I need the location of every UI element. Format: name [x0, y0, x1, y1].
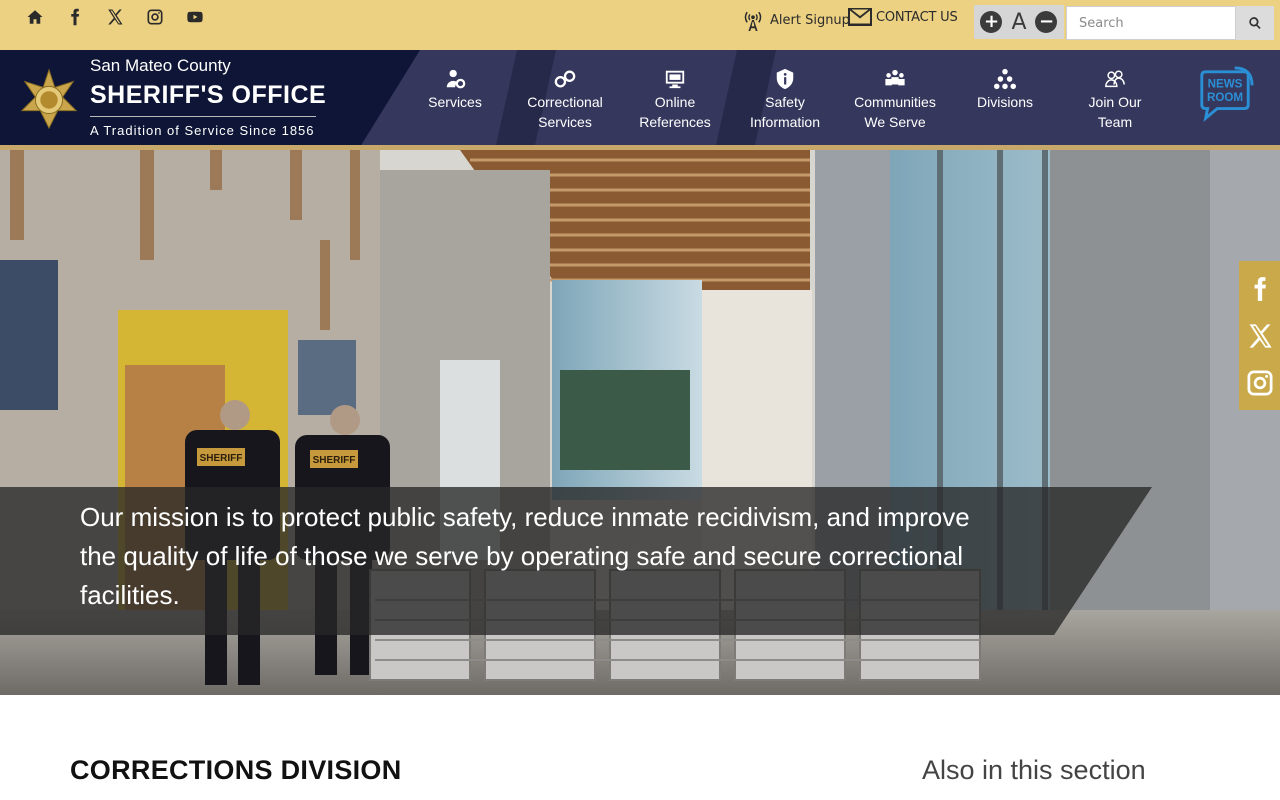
- brand-tagline: A Tradition of Service Since 1856: [90, 123, 315, 138]
- nav-label: Online: [654, 94, 696, 110]
- nav-item-safety-information[interactable]: Safety Information: [730, 68, 840, 132]
- nav-label-2: References: [639, 114, 711, 130]
- newsroom-label-1: NEWS: [1208, 77, 1243, 90]
- info-shield-icon: [774, 68, 796, 90]
- nav-label-2: Information: [749, 114, 821, 130]
- font-increase-button[interactable]: +: [980, 11, 1003, 33]
- sheriff-star-logo[interactable]: [18, 68, 80, 130]
- officer-patch-text: SHERIFF: [200, 453, 243, 464]
- x-icon[interactable]: [1245, 321, 1275, 351]
- officer-patch-text: SHERIFF: [313, 455, 356, 466]
- alert-signup-label: Alert Signup: [770, 12, 850, 28]
- search-button[interactable]: [1236, 6, 1274, 40]
- contact-us-link[interactable]: CONTACT US: [848, 8, 958, 26]
- nav-label-2: Services: [538, 114, 592, 130]
- nav-label: Safety: [765, 94, 805, 110]
- nav-label: Join Our: [1088, 94, 1142, 110]
- nav-label: Services: [428, 94, 482, 110]
- search-form: [1066, 6, 1274, 40]
- search-icon: [1249, 17, 1261, 30]
- nav-item-join-our-team[interactable]: Join Our Team: [1060, 68, 1170, 132]
- nav-label: Communities: [854, 94, 936, 110]
- nav-label: Correctional: [527, 94, 603, 110]
- x-icon[interactable]: [104, 6, 126, 28]
- newsroom-label-2: ROOM: [1207, 91, 1243, 104]
- section-sidebar-title: Also in this section: [922, 755, 1146, 785]
- utility-bar: Alert Signup CONTACT US + A −: [0, 0, 1280, 50]
- instagram-icon[interactable]: [144, 6, 166, 28]
- antenna-icon: [744, 11, 762, 31]
- home-icon[interactable]: [24, 6, 46, 28]
- page-title: CORRECTIONS DIVISION: [70, 755, 402, 785]
- font-reset-button[interactable]: A: [1011, 10, 1026, 35]
- envelope-icon: [848, 8, 872, 26]
- nav-item-online-references[interactable]: Online References: [620, 68, 730, 132]
- monitor-icon: [664, 68, 686, 90]
- alert-signup-link[interactable]: Alert Signup: [742, 8, 850, 32]
- group-icon: [884, 68, 906, 90]
- newsroom-button[interactable]: NEWS ROOM: [1196, 66, 1254, 124]
- nav-item-communities-we-serve[interactable]: Communities We Serve: [840, 68, 950, 132]
- youtube-icon[interactable]: [184, 6, 206, 28]
- facebook-icon[interactable]: [1245, 274, 1275, 304]
- nav-label: Divisions: [976, 94, 1033, 110]
- hero-banner: SHERIFF SHERIFF Our mission is to protec…: [0, 150, 1280, 695]
- instagram-icon[interactable]: [1245, 368, 1275, 398]
- top-social-links: [24, 6, 206, 28]
- nav-item-correctional-services[interactable]: Correctional Services: [510, 68, 620, 132]
- contact-us-label: CONTACT US: [876, 9, 958, 25]
- people-outline-icon: [1104, 68, 1126, 90]
- person-gear-icon: [444, 68, 466, 90]
- nav-label-2: Team: [1097, 114, 1133, 130]
- font-decrease-button[interactable]: −: [1035, 11, 1058, 33]
- nav-label-2: We Serve: [864, 114, 926, 130]
- nav-item-services[interactable]: Services: [400, 68, 510, 112]
- social-dock: [1239, 261, 1280, 410]
- brand-office-title[interactable]: SHERIFF'S OFFICE: [90, 81, 326, 110]
- org-chart-icon: [994, 68, 1016, 90]
- mission-statement: Our mission is to protect public safety,…: [80, 502, 970, 610]
- nav-item-divisions[interactable]: Divisions: [950, 68, 1060, 112]
- main-header: San Mateo County SHERIFF'S OFFICE A Trad…: [0, 50, 1280, 150]
- facebook-icon[interactable]: [64, 6, 86, 28]
- primary-nav: Services Correctional Services Online Re…: [400, 50, 1200, 145]
- brand-county: San Mateo County: [90, 56, 231, 75]
- search-input[interactable]: [1066, 6, 1236, 40]
- font-size-controls: + A −: [974, 5, 1064, 39]
- brand-divider: [90, 116, 316, 117]
- handcuffs-icon: [554, 68, 576, 90]
